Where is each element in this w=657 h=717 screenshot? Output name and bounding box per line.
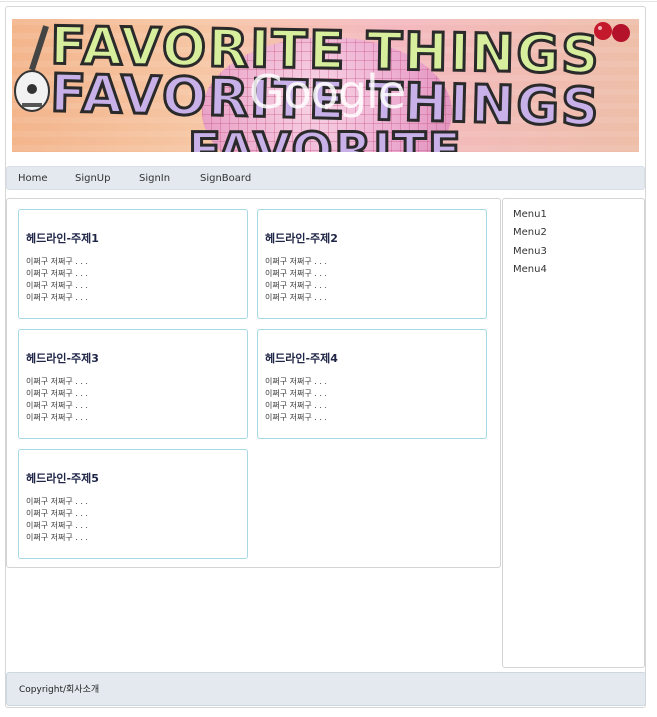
headline-card[interactable]: 헤드라인-주제2 이쩌구 저쩌구 . . . 이쩌구 저쩌구 . . . 이쩌구… bbox=[257, 209, 487, 319]
nav-signin[interactable]: SignIn bbox=[139, 167, 170, 191]
card-title: 헤드라인-주제4 bbox=[265, 352, 338, 365]
guitar-icon bbox=[14, 25, 50, 112]
card-line: 이쩌구 저쩌구 . . . bbox=[26, 377, 88, 386]
card-line: 이쩌구 저쩌구 . . . bbox=[26, 401, 88, 410]
card-line: 이쩌구 저쩌구 . . . bbox=[26, 269, 88, 278]
card-line: 이쩌구 저쩌구 . . . bbox=[26, 389, 88, 398]
card-body: 이쩌구 저쩌구 . . . 이쩌구 저쩌구 . . . 이쩌구 저쩌구 . . … bbox=[265, 376, 327, 424]
sidebar-item-menu2[interactable]: Menu2 bbox=[513, 227, 547, 238]
cherry-icon bbox=[594, 22, 630, 42]
card-line: 이쩌구 저쩌구 . . . bbox=[26, 533, 88, 542]
sidebar-item-menu3[interactable]: Menu3 bbox=[513, 246, 547, 257]
footer: Copyright/회사소개 bbox=[6, 672, 646, 706]
card-line: 이쩌구 저쩌구 . . . bbox=[265, 257, 327, 266]
card-title: 헤드라인-주제3 bbox=[26, 352, 99, 365]
sidebar-item-menu4[interactable]: Menu4 bbox=[513, 264, 547, 275]
headline-card[interactable]: 헤드라인-주제5 이쩌구 저쩌구 . . . 이쩌구 저쩌구 . . . 이쩌구… bbox=[18, 449, 248, 559]
card-line: 이쩌구 저쩌구 . . . bbox=[265, 269, 327, 278]
nav-signup[interactable]: SignUp bbox=[75, 167, 110, 191]
card-line: 이쩌구 저쩌구 . . . bbox=[265, 281, 327, 290]
card-title: 헤드라인-주제5 bbox=[26, 472, 99, 485]
card-line: 이쩌구 저쩌구 . . . bbox=[26, 281, 88, 290]
headline-card[interactable]: 헤드라인-주제3 이쩌구 저쩌구 . . . 이쩌구 저쩌구 . . . 이쩌구… bbox=[18, 329, 248, 439]
nav-signboard[interactable]: SignBoard bbox=[200, 167, 251, 191]
card-line: 이쩌구 저쩌구 . . . bbox=[26, 257, 88, 266]
banner-headline-3: FAVORITE bbox=[187, 122, 463, 153]
top-divider bbox=[0, 1, 657, 2]
card-line: 이쩌구 저쩌구 . . . bbox=[265, 377, 327, 386]
card-line: 이쩌구 저쩌구 . . . bbox=[26, 521, 88, 530]
card-line: 이쩌구 저쩌구 . . . bbox=[26, 293, 88, 302]
card-line: 이쩌구 저쩌구 . . . bbox=[26, 509, 88, 518]
sidebar-item-menu1[interactable]: Menu1 bbox=[513, 209, 547, 220]
sidebar-menu: Menu1 Menu2 Menu3 Menu4 bbox=[502, 198, 645, 668]
headline-card[interactable]: 헤드라인-주제4 이쩌구 저쩌구 . . . 이쩌구 저쩌구 . . . 이쩌구… bbox=[257, 329, 487, 439]
nav-home[interactable]: Home bbox=[18, 167, 48, 191]
card-line: 이쩌구 저쩌구 . . . bbox=[265, 389, 327, 398]
card-line: 이쩌구 저쩌구 . . . bbox=[26, 413, 88, 422]
top-navigation: Home SignUp SignIn SignBoard bbox=[6, 166, 645, 190]
card-line: 이쩌구 저쩌구 . . . bbox=[265, 293, 327, 302]
card-body: 이쩌구 저쩌구 . . . 이쩌구 저쩌구 . . . 이쩌구 저쩌구 . . … bbox=[26, 496, 88, 544]
card-title: 헤드라인-주제2 bbox=[265, 232, 338, 245]
footer-copyright: Copyright/회사소개 bbox=[19, 685, 100, 695]
card-line: 이쩌구 저쩌구 . . . bbox=[26, 497, 88, 506]
card-body: 이쩌구 저쩌구 . . . 이쩌구 저쩌구 . . . 이쩌구 저쩌구 . . … bbox=[26, 376, 88, 424]
card-line: 이쩌구 저쩌구 . . . bbox=[265, 413, 327, 422]
card-body: 이쩌구 저쩌구 . . . 이쩌구 저쩌구 . . . 이쩌구 저쩌구 . . … bbox=[26, 256, 88, 304]
card-body: 이쩌구 저쩌구 . . . 이쩌구 저쩌구 . . . 이쩌구 저쩌구 . . … bbox=[265, 256, 327, 304]
card-title: 헤드라인-주제1 bbox=[26, 232, 99, 245]
card-line: 이쩌구 저쩌구 . . . bbox=[265, 401, 327, 410]
header-banner-image: FAVORITE THINGS FAVORITE THINGS FAVORITE… bbox=[12, 19, 639, 152]
headline-card[interactable]: 헤드라인-주제1 이쩌구 저쩌구 . . . 이쩌구 저쩌구 . . . 이쩌구… bbox=[18, 209, 248, 319]
google-logo-watermark: Google bbox=[248, 65, 406, 119]
main-content: 헤드라인-주제1 이쩌구 저쩌구 . . . 이쩌구 저쩌구 . . . 이쩌구… bbox=[6, 198, 501, 568]
